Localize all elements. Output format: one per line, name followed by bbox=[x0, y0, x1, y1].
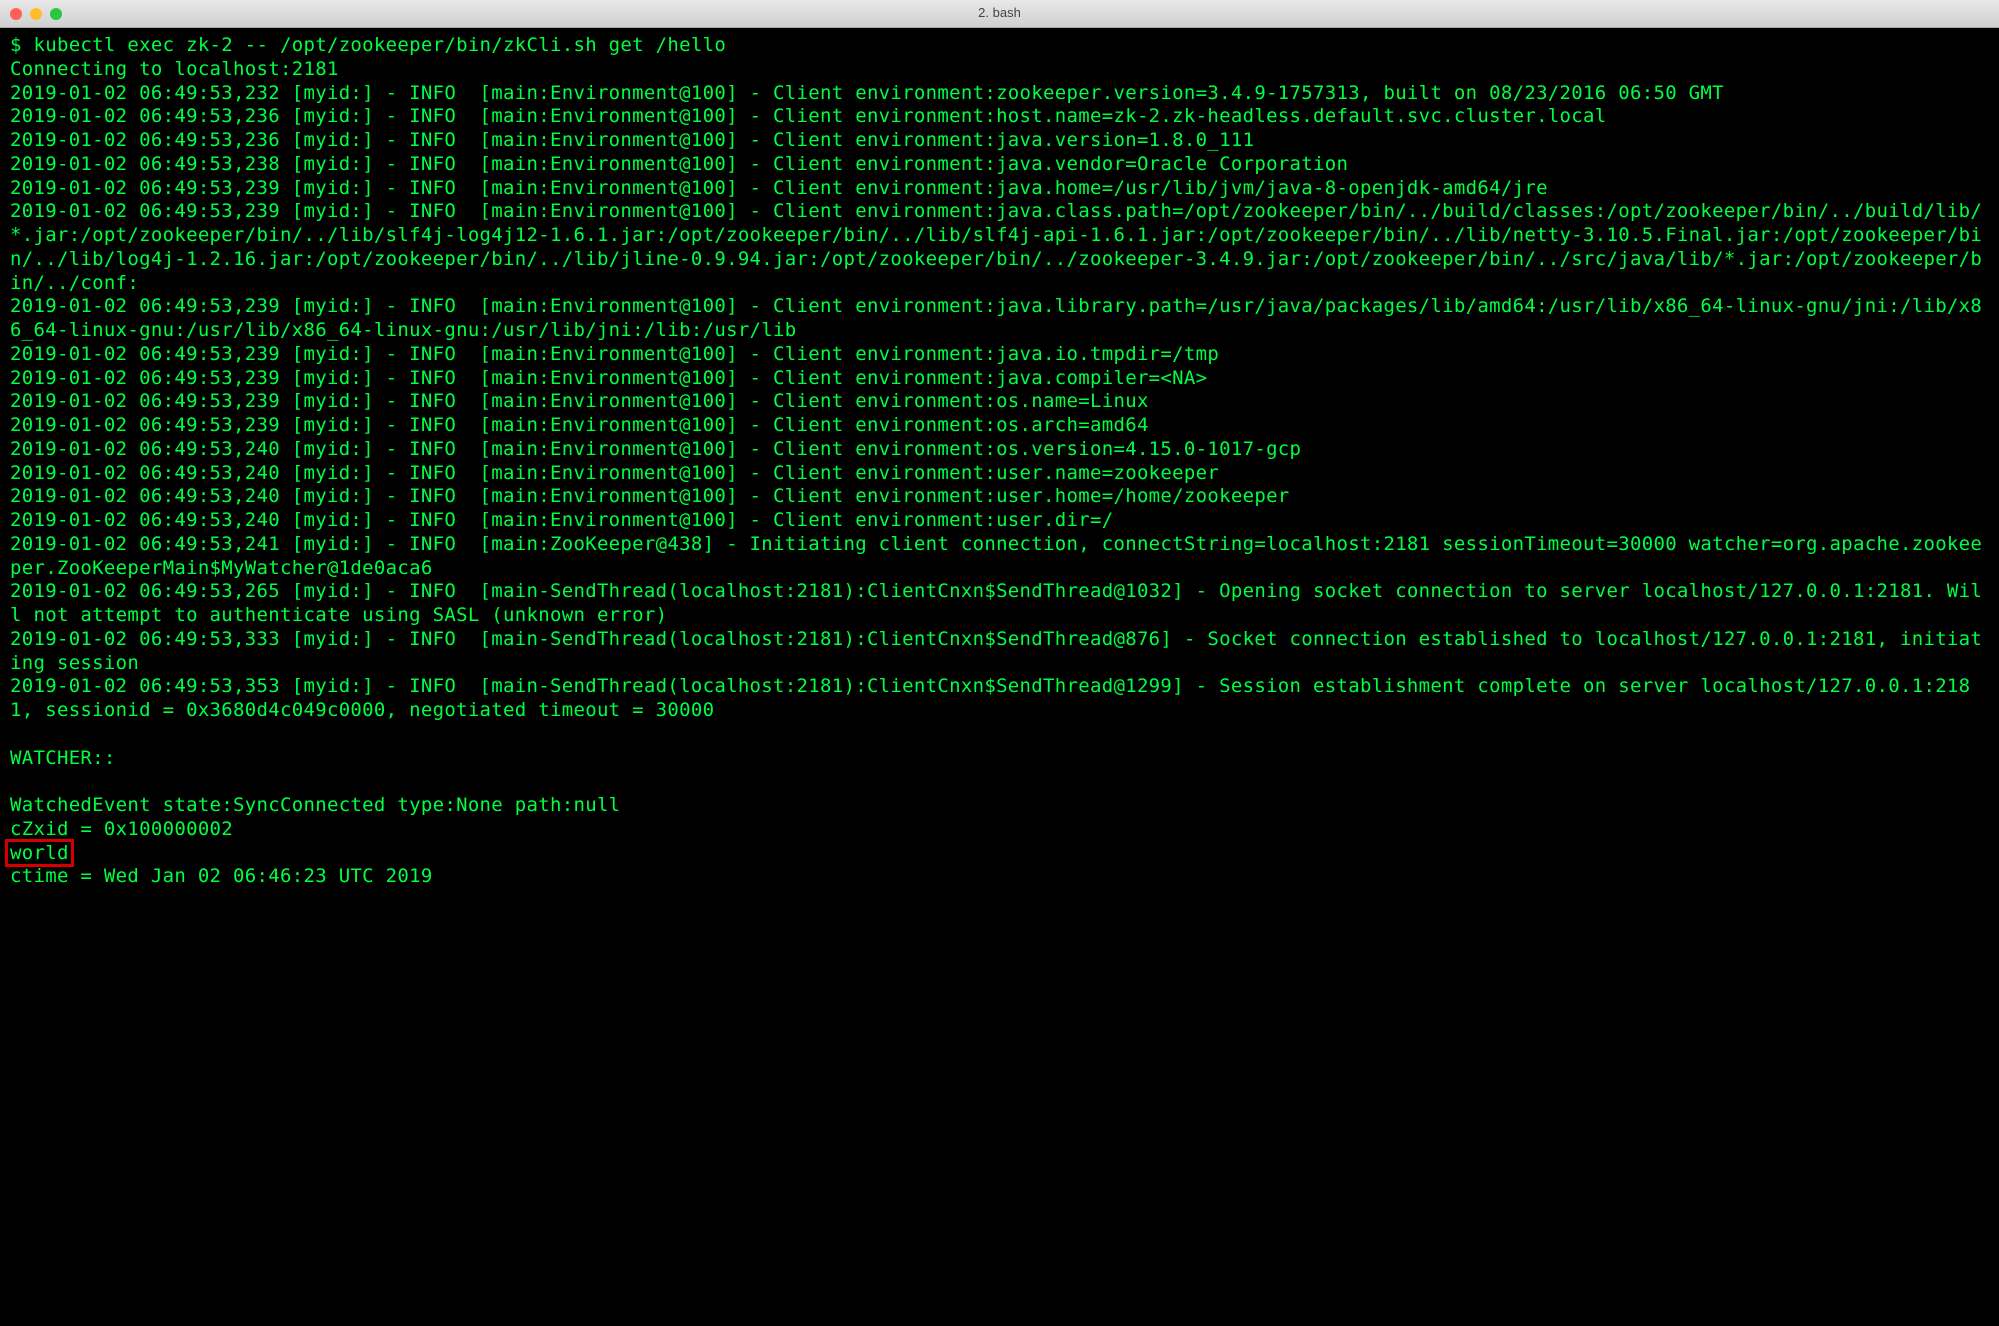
output-line: 2019-01-02 06:49:53,238 [myid:] - INFO [… bbox=[10, 153, 1989, 177]
output-line: 2019-01-02 06:49:53,239 [myid:] - INFO [… bbox=[10, 200, 1989, 295]
highlight-box: world bbox=[5, 839, 74, 867]
output-line: 2019-01-02 06:49:53,239 [myid:] - INFO [… bbox=[10, 177, 1989, 201]
output-line-highlighted: world bbox=[10, 842, 1989, 866]
output-line: 2019-01-02 06:49:53,236 [myid:] - INFO [… bbox=[10, 105, 1989, 129]
window-title: 2. bash bbox=[978, 5, 1021, 21]
output-line: 2019-01-02 06:49:53,239 [myid:] - INFO [… bbox=[10, 414, 1989, 438]
minimize-icon[interactable] bbox=[30, 8, 42, 20]
output-line: 2019-01-02 06:49:53,240 [myid:] - INFO [… bbox=[10, 509, 1989, 533]
output-line: 2019-01-02 06:49:53,241 [myid:] - INFO [… bbox=[10, 533, 1989, 581]
output-line: 2019-01-02 06:49:53,240 [myid:] - INFO [… bbox=[10, 462, 1989, 486]
output-line: cZxid = 0x100000002 bbox=[10, 818, 1989, 842]
window-controls bbox=[10, 8, 62, 20]
output-line: Connecting to localhost:2181 bbox=[10, 58, 1989, 82]
output-line: WatchedEvent state:SyncConnected type:No… bbox=[10, 794, 1989, 818]
output-line: 2019-01-02 06:49:53,333 [myid:] - INFO [… bbox=[10, 628, 1989, 676]
window-titlebar: 2. bash bbox=[0, 0, 1999, 28]
output-line: ctime = Wed Jan 02 06:46:23 UTC 2019 bbox=[10, 865, 1989, 889]
terminal-output[interactable]: $ kubectl exec zk-2 -- /opt/zookeeper/bi… bbox=[0, 28, 1999, 899]
output-line: 2019-01-02 06:49:53,265 [myid:] - INFO [… bbox=[10, 580, 1989, 628]
output-line: 2019-01-02 06:49:53,239 [myid:] - INFO [… bbox=[10, 295, 1989, 343]
output-line: 2019-01-02 06:49:53,232 [myid:] - INFO [… bbox=[10, 82, 1989, 106]
output-line: 2019-01-02 06:49:53,240 [myid:] - INFO [… bbox=[10, 438, 1989, 462]
command-line: $ kubectl exec zk-2 -- /opt/zookeeper/bi… bbox=[10, 34, 1989, 58]
output-line: WATCHER:: bbox=[10, 747, 1989, 771]
output-line: 2019-01-02 06:49:53,236 [myid:] - INFO [… bbox=[10, 129, 1989, 153]
output-line: 2019-01-02 06:49:53,239 [myid:] - INFO [… bbox=[10, 367, 1989, 391]
output-line: 2019-01-02 06:49:53,353 [myid:] - INFO [… bbox=[10, 675, 1989, 723]
output-line bbox=[10, 723, 1989, 747]
output-line: 2019-01-02 06:49:53,239 [myid:] - INFO [… bbox=[10, 390, 1989, 414]
output-line bbox=[10, 770, 1989, 794]
output-line: 2019-01-02 06:49:53,240 [myid:] - INFO [… bbox=[10, 485, 1989, 509]
output-line: 2019-01-02 06:49:53,239 [myid:] - INFO [… bbox=[10, 343, 1989, 367]
close-icon[interactable] bbox=[10, 8, 22, 20]
maximize-icon[interactable] bbox=[50, 8, 62, 20]
